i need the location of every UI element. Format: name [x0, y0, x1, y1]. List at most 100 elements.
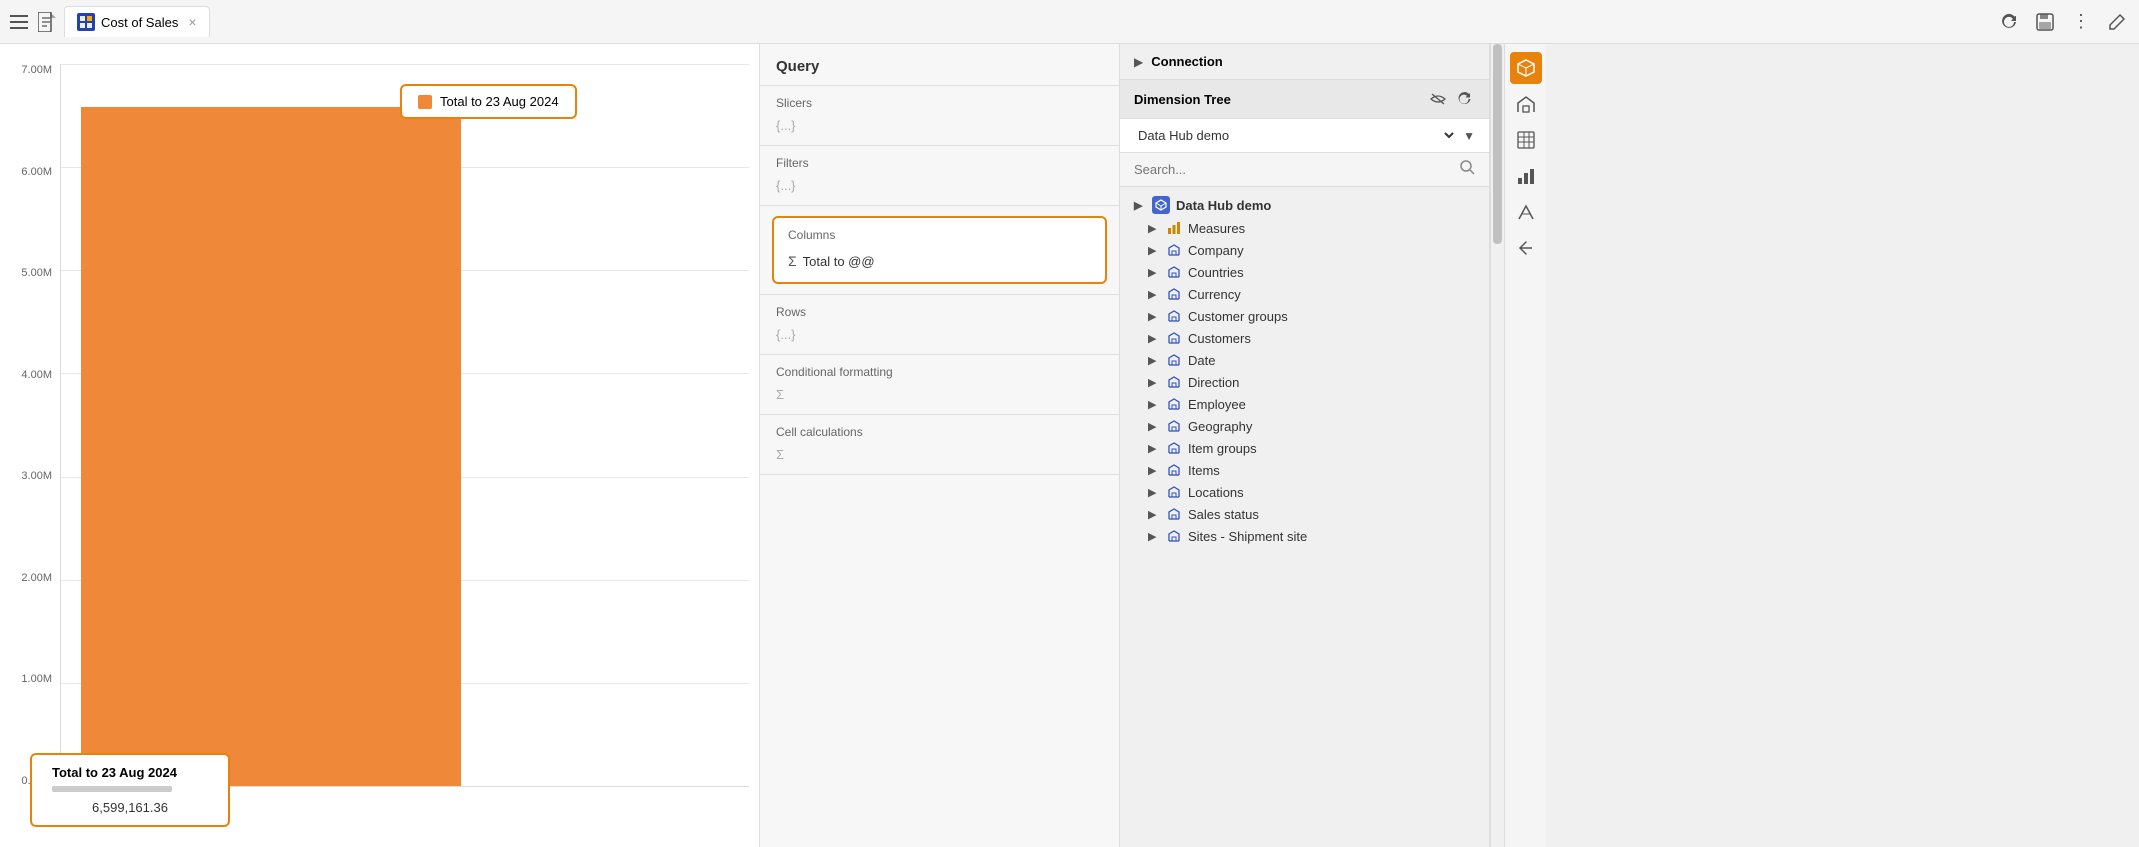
toolbar-chart-button[interactable]: [1510, 160, 1542, 192]
locations-expand-icon[interactable]: ▶: [1148, 486, 1160, 499]
tree-item-label-geography: Geography: [1188, 419, 1252, 434]
sites-expand-icon[interactable]: ▶: [1148, 530, 1160, 543]
tooltip-box: Total to 23 Aug 2024 6,599,161.36: [30, 753, 230, 827]
countries-expand-icon[interactable]: ▶: [1148, 266, 1160, 279]
toolbar-back-button[interactable]: [1510, 232, 1542, 264]
new-doc-icon[interactable]: [36, 11, 58, 33]
edit-button[interactable]: [2103, 8, 2131, 36]
connection-expand-icon[interactable]: ▶: [1134, 55, 1143, 69]
cell-calc-label: Cell calculations: [776, 425, 1103, 439]
tree-root-item[interactable]: ▶ Data Hub demo: [1134, 193, 1475, 217]
toolbar-cube-button[interactable]: [1510, 52, 1542, 84]
scrollbar-area[interactable]: [1490, 44, 1504, 847]
chart-legend-box: Total to 23 Aug 2024: [400, 84, 577, 119]
datasource-select[interactable]: Data Hub demo: [1134, 127, 1457, 144]
sigma-icon: Σ: [788, 253, 797, 269]
tree-item-company[interactable]: ▶ Company: [1148, 239, 1475, 261]
search-input[interactable]: [1134, 162, 1453, 177]
measures-expand-icon[interactable]: ▶: [1148, 222, 1160, 235]
query-panel: Query Slicers {...} Filters {...} Column…: [760, 44, 1120, 847]
slicers-placeholder[interactable]: {...}: [776, 116, 1103, 135]
y-label-4: 4.00M: [21, 369, 52, 381]
filters-placeholder[interactable]: {...}: [776, 176, 1103, 195]
hamburger-icon[interactable]: [8, 11, 30, 33]
tree-item-sales-status[interactable]: ▶ Sales status: [1148, 503, 1475, 525]
tree-item-customer-groups[interactable]: ▶ Customer groups: [1148, 305, 1475, 327]
tree-item-date[interactable]: ▶ Date: [1148, 349, 1475, 371]
columns-item[interactable]: Σ Total to @@: [788, 250, 1091, 272]
cost-of-sales-tab[interactable]: Cost of Sales ×: [64, 6, 210, 37]
dim-tree-icons: [1427, 88, 1475, 110]
more-button[interactable]: ⋮: [2067, 8, 2095, 36]
search-icon[interactable]: [1459, 159, 1475, 180]
scrollbar-thumb[interactable]: [1493, 44, 1502, 244]
y-label-1: 1.00M: [21, 673, 52, 685]
tree-root-expand-icon[interactable]: ▶: [1134, 199, 1146, 212]
tree-item-label-item-groups: Item groups: [1188, 441, 1257, 456]
tab-close-button[interactable]: ×: [188, 14, 196, 30]
tree-item-direction[interactable]: ▶ Direction: [1148, 371, 1475, 393]
dim-tree-reload-icon[interactable]: [1453, 88, 1475, 110]
customers-dim-icon: [1166, 330, 1182, 346]
tree-item-geography[interactable]: ▶ Geography: [1148, 415, 1475, 437]
customer-groups-dim-icon: [1166, 308, 1182, 324]
tree-item-countries[interactable]: ▶ Countries: [1148, 261, 1475, 283]
tab-label: Cost of Sales: [101, 15, 178, 30]
cell-calc-placeholder[interactable]: Σ: [776, 445, 1103, 464]
tree-item-customers[interactable]: ▶ Customers: [1148, 327, 1475, 349]
company-dim-icon: [1166, 242, 1182, 258]
direction-expand-icon[interactable]: ▶: [1148, 376, 1160, 389]
tree-item-currency[interactable]: ▶ Currency: [1148, 283, 1475, 305]
tree-item-label-items: Items: [1188, 463, 1220, 478]
tree-item-label-customer-groups: Customer groups: [1188, 309, 1288, 324]
tree-root-label: Data Hub demo: [1176, 198, 1271, 213]
employee-expand-icon[interactable]: ▶: [1148, 398, 1160, 411]
filters-label: Filters: [776, 156, 1103, 170]
y-label-6: 6.00M: [21, 166, 52, 178]
tree-item-locations[interactable]: ▶ Locations: [1148, 481, 1475, 503]
datasource-row: Data Hub demo ▼: [1120, 119, 1489, 153]
query-panel-header: Query: [760, 44, 1119, 86]
tree-item-label-company: Company: [1188, 243, 1244, 258]
cond-format-label: Conditional formatting: [776, 365, 1103, 379]
items-expand-icon[interactable]: ▶: [1148, 464, 1160, 477]
tree-item-measures[interactable]: ▶ Measures: [1148, 217, 1475, 239]
refresh-button[interactable]: [1995, 8, 2023, 36]
y-label-2: 2.00M: [21, 572, 52, 584]
tree-item-items[interactable]: ▶ Items: [1148, 459, 1475, 481]
currency-expand-icon[interactable]: ▶: [1148, 288, 1160, 301]
date-expand-icon[interactable]: ▶: [1148, 354, 1160, 367]
tree-item-item-groups[interactable]: ▶ Item groups: [1148, 437, 1475, 459]
datasource-dropdown-icon: ▼: [1463, 129, 1475, 143]
item-groups-expand-icon[interactable]: ▶: [1148, 442, 1160, 455]
dim-tree-hide-icon[interactable]: [1427, 88, 1449, 110]
columns-section: Columns Σ Total to @@: [760, 206, 1119, 295]
toolbar-table-button[interactable]: [1510, 124, 1542, 156]
company-expand-icon[interactable]: ▶: [1148, 244, 1160, 257]
geography-expand-icon[interactable]: ▶: [1148, 420, 1160, 433]
sales-status-expand-icon[interactable]: ▶: [1148, 508, 1160, 521]
item-groups-dim-icon: [1166, 440, 1182, 456]
tree-item-label-measures: Measures: [1188, 221, 1245, 236]
rows-placeholder[interactable]: {...}: [776, 325, 1103, 344]
filters-section: Filters {...}: [760, 146, 1119, 206]
top-bar-left: Cost of Sales ×: [8, 6, 1995, 37]
cond-format-section: Conditional formatting Σ: [760, 355, 1119, 415]
toolbar-measure-button[interactable]: [1510, 196, 1542, 228]
toolbar-home-button[interactable]: [1510, 88, 1542, 120]
y-label-7: 7.00M: [21, 64, 52, 76]
tree-item-label-direction: Direction: [1188, 375, 1239, 390]
save-button[interactable]: [2031, 8, 2059, 36]
cond-format-placeholder[interactable]: Σ: [776, 385, 1103, 404]
tree-children: ▶ Measures ▶ Company: [1134, 217, 1475, 547]
tree-item-employee[interactable]: ▶ Employee: [1148, 393, 1475, 415]
customers-expand-icon[interactable]: ▶: [1148, 332, 1160, 345]
sales-status-dim-icon: [1166, 506, 1182, 522]
tree-item-label-sites: Sites - Shipment site: [1188, 529, 1307, 544]
tree-item-label-customers: Customers: [1188, 331, 1251, 346]
rows-label: Rows: [776, 305, 1103, 319]
connection-header: ▶ Connection: [1120, 44, 1489, 80]
tree-item-sites[interactable]: ▶ Sites - Shipment site: [1148, 525, 1475, 547]
customer-groups-expand-icon[interactable]: ▶: [1148, 310, 1160, 323]
countries-dim-icon: [1166, 264, 1182, 280]
